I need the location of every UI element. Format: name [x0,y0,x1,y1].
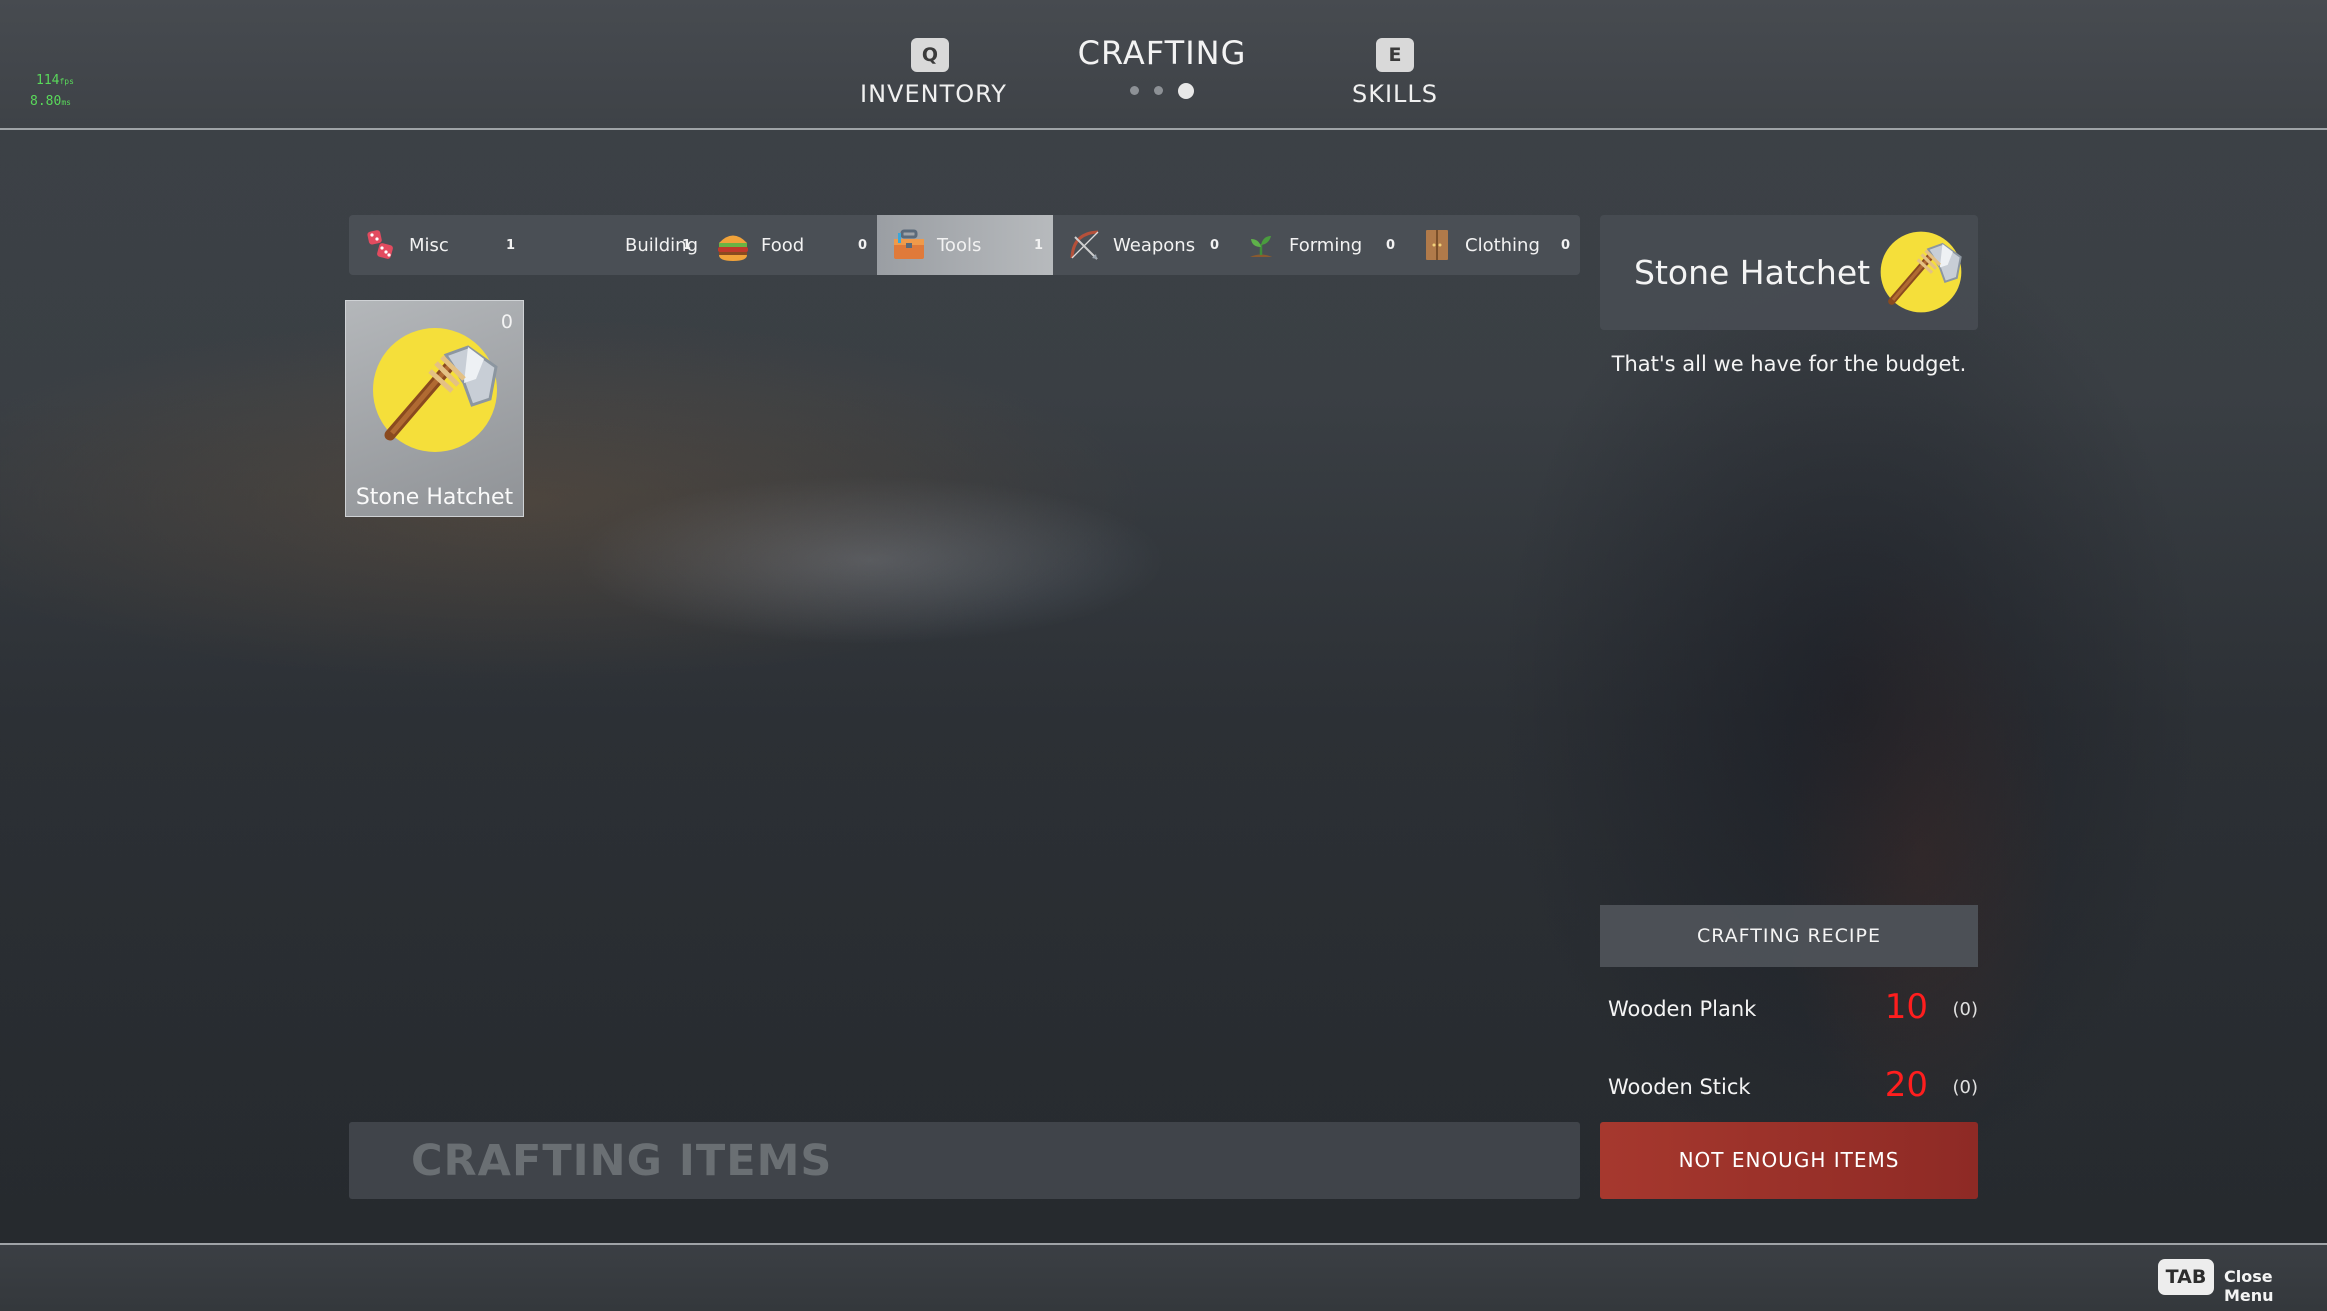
crafting-recipe-header: CRAFTING RECIPE [1600,905,1978,967]
category-bar: Misc 1 Building 1 Food 0 Tools 1 Weapons… [349,215,1580,275]
ingredient-owned: (0) [1952,999,1979,1020]
stone-hatchet-icon [372,327,498,453]
frame-time: 8.80ms [30,93,71,112]
category-label: Food [761,234,805,256]
dice-icon [363,227,399,263]
close-menu-label[interactable]: Close Menu [2224,1267,2327,1305]
category-label: Misc [409,234,449,256]
category-label: Weapons [1113,234,1196,256]
crafting-items-panel: CRAFTING ITEMS [349,1122,1580,1199]
q-key-badge: Q [911,38,949,72]
category-tab-clothing[interactable]: Clothing 0 [1405,215,1580,275]
item-detail-header: Stone Hatchet [1600,215,1978,330]
toolbox-icon [891,227,927,263]
bottom-bar: TAB Close Menu [0,1243,2327,1311]
ingredient-required: 20 [1884,1065,1928,1105]
craft-button[interactable]: NOT ENOUGH ITEMS [1600,1122,1978,1199]
category-count: 0 [857,237,867,253]
building-icon [539,227,575,263]
ingredient-required: 10 [1884,987,1928,1027]
category-count: 1 [505,237,515,253]
category-count: 1 [681,237,691,253]
tab-skills-label: SKILLS [1351,80,1439,108]
category-tab-weapons[interactable]: Weapons 0 [1053,215,1229,275]
item-name: Stone Hatchet [355,485,514,510]
tab-key-badge[interactable]: TAB [2158,1259,2214,1295]
fps-counter: 114fps [36,72,74,91]
detail-title: Stone Hatchet [1634,253,1871,292]
page-dot [1154,86,1163,95]
category-label: Forming [1289,234,1363,256]
category-count: 1 [1033,237,1043,253]
tab-inventory-label: INVENTORY [860,80,1007,108]
ingredient-name: Wooden Plank [1608,997,1757,1021]
fps-unit: fps [59,77,74,86]
e-key-badge: E [1376,38,1414,72]
tab-crafting-label: CRAFTING [1077,34,1247,72]
recipe-ingredient-row: Wooden Plank 10 (0) [1608,985,1978,1035]
burger-icon [715,227,751,263]
tab-crafting[interactable]: CRAFTING [1062,34,1262,99]
recipe-ingredient-row: Wooden Stick 20 (0) [1608,1063,1978,1113]
page-dot [1129,86,1139,95]
stone-hatchet-icon [1880,231,1962,313]
tab-inventory[interactable]: Q INVENTORY [860,38,1007,108]
item-card-stone-hatchet[interactable]: 0 Stone Hatchet [345,300,524,517]
tab-skills[interactable]: E SKILLS [1325,38,1465,108]
category-count: 0 [1209,237,1219,253]
sprout-icon [1243,227,1279,263]
page-indicator [1062,80,1262,99]
category-label: Clothing [1465,234,1540,256]
fps-value: 114 [36,73,60,88]
category-tab-forming[interactable]: Forming 0 [1229,215,1405,275]
crafting-items-label: CRAFTING ITEMS [411,1136,833,1186]
wardrobe-icon [1419,227,1455,263]
top-nav-bar: 114fps 8.80ms Q INVENTORY CRAFTING E SKI… [0,0,2327,130]
ingredient-owned: (0) [1952,1077,1979,1098]
item-quantity: 0 [500,311,513,333]
detail-description: That's all we have for the budget. [1611,352,1967,376]
ingredient-name: Wooden Stick [1608,1075,1751,1099]
bow-icon [1067,227,1103,263]
frame-time-unit: ms [61,98,71,107]
category-tab-food[interactable]: Food 0 [701,215,877,275]
category-tab-tools[interactable]: Tools 1 [877,215,1053,275]
category-tab-misc[interactable]: Misc 1 [349,215,525,275]
category-label: Tools [937,234,982,256]
category-count: 0 [1385,237,1395,253]
page-dot-active [1178,82,1195,99]
category-tab-building[interactable]: Building 1 [525,215,701,275]
frame-time-value: 8.80 [30,94,62,109]
category-count: 0 [1560,237,1570,253]
